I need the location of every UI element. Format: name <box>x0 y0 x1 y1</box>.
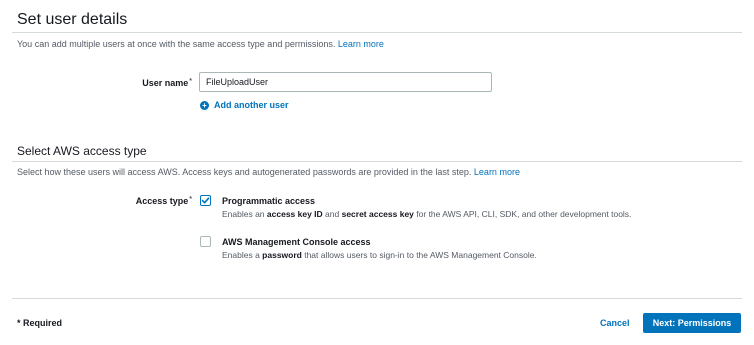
programmatic-access-checkbox[interactable] <box>200 195 211 206</box>
desc-text: and <box>322 209 342 219</box>
access-type-label-text: Access type <box>135 196 189 206</box>
user-name-label-text: User name <box>142 78 189 88</box>
next-permissions-button[interactable]: Next: Permissions <box>643 313 741 333</box>
required-note: * Required <box>17 318 63 328</box>
desc-strong: secret access key <box>341 209 414 219</box>
footer-divider <box>12 298 742 299</box>
user-name-input[interactable] <box>199 72 492 92</box>
section-divider <box>12 161 742 162</box>
access-type-label: Access type* <box>100 196 192 206</box>
access-type-description-text: Select how these users will access AWS. … <box>17 167 472 177</box>
desc-text: Enables an <box>222 209 267 219</box>
add-another-user-label: Add another user <box>214 100 289 110</box>
cancel-button[interactable]: Cancel <box>600 318 630 328</box>
desc-text: that allows users to sign-in to the AWS … <box>301 250 537 260</box>
section-title-access-type: Select AWS access type <box>17 144 147 158</box>
user-name-label: User name* <box>100 78 192 88</box>
access-type-description: Select how these users will access AWS. … <box>17 167 520 177</box>
desc-strong: password <box>262 250 302 260</box>
programmatic-access-title: Programmatic access <box>222 196 316 206</box>
required-mark: * <box>189 78 192 85</box>
required-mark: * <box>189 196 192 203</box>
console-access-title: AWS Management Console access <box>222 237 371 247</box>
programmatic-access-description: Enables an access key ID and secret acce… <box>222 208 652 220</box>
learn-more-link[interactable]: Learn more <box>338 39 384 49</box>
section-divider <box>12 32 742 33</box>
checkmark-icon <box>201 197 210 204</box>
section-title-user-details: Set user details <box>17 11 128 28</box>
user-details-description: You can add multiple users at once with … <box>17 39 384 49</box>
desc-strong: access key ID <box>266 209 323 219</box>
add-another-user-button[interactable]: + Add another user <box>200 100 289 110</box>
plus-circle-icon: + <box>200 100 209 110</box>
user-details-description-text: You can add multiple users at once with … <box>17 39 336 49</box>
desc-text: Enables a <box>222 250 263 260</box>
desc-text: for the AWS API, CLI, SDK, and other dev… <box>413 209 632 219</box>
learn-more-link[interactable]: Learn more <box>474 167 520 177</box>
console-access-checkbox[interactable] <box>200 236 211 247</box>
console-access-description: Enables a password that allows users to … <box>222 249 652 261</box>
